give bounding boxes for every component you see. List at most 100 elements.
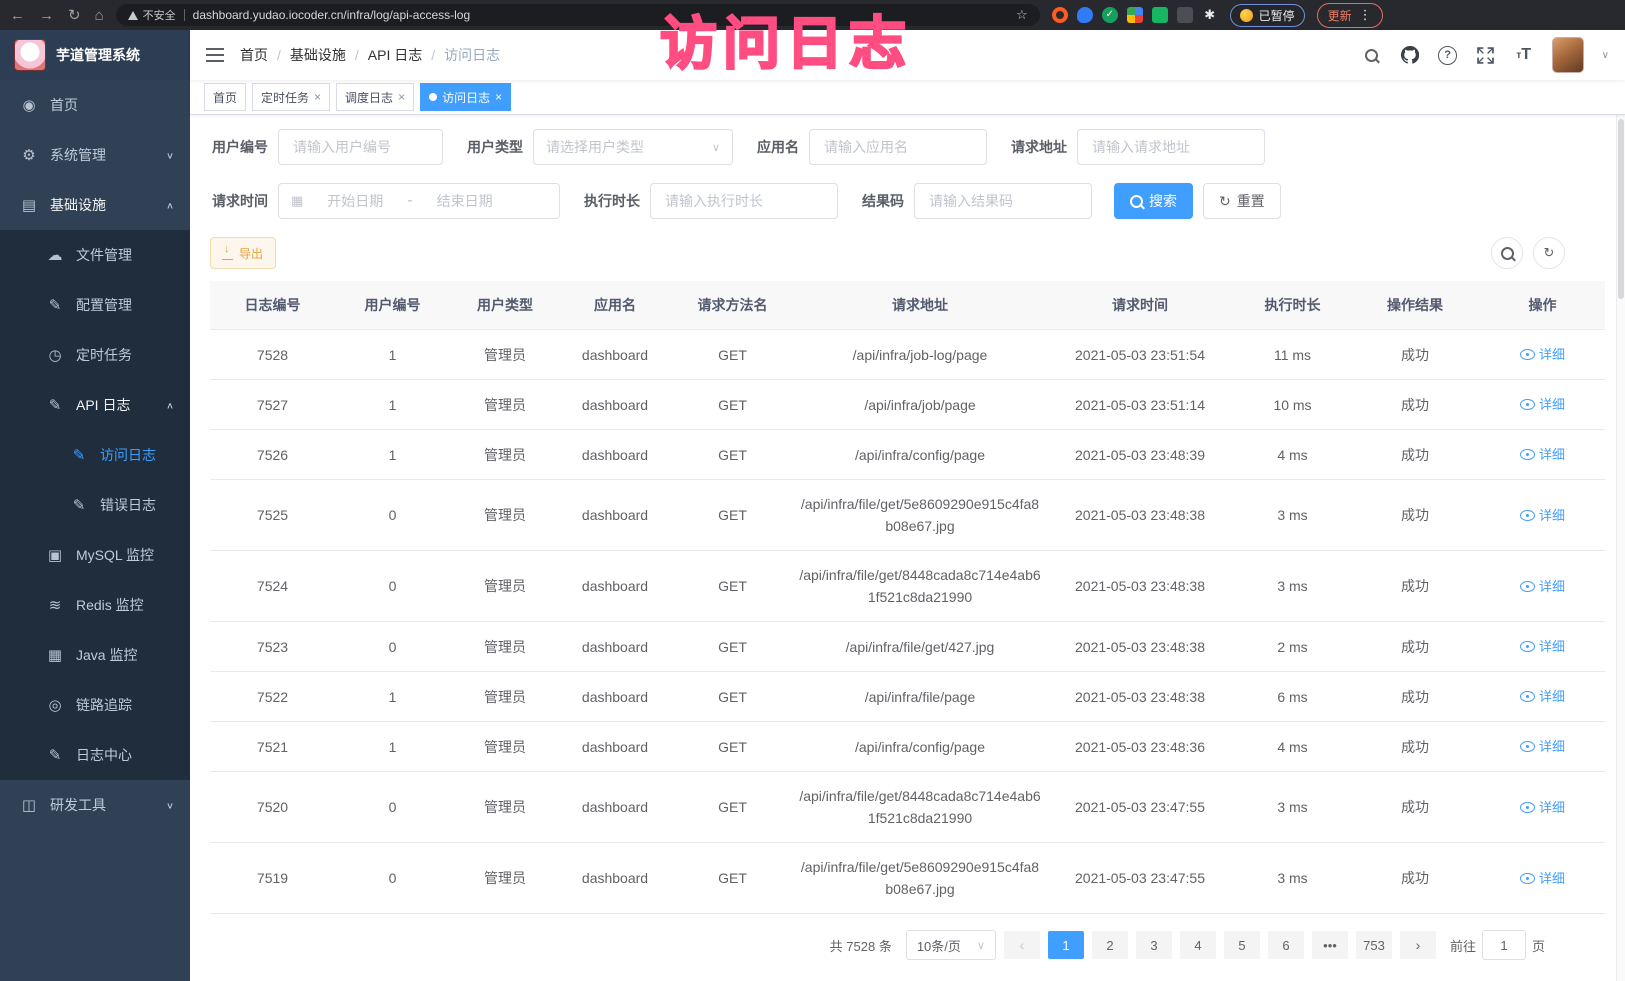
detail-link[interactable]: 详细 <box>1539 508 1565 523</box>
search-button[interactable]: 搜索 <box>1114 183 1193 219</box>
breadcrumb-item[interactable]: 首页 <box>240 45 268 65</box>
chevron-down-icon[interactable]: ∨ <box>1602 50 1609 61</box>
sidebar-item-home[interactable]: ◉首页 <box>0 80 190 130</box>
sidebar-item-trace[interactable]: ◎链路追踪 <box>0 680 190 730</box>
sidebar-item-java[interactable]: ▦Java 监控 <box>0 630 190 680</box>
cell-app: dashboard <box>560 843 670 914</box>
cell-action: 详细 <box>1480 772 1605 843</box>
tab-访问日志[interactable]: 访问日志× <box>420 83 511 111</box>
update-button[interactable]: 更新 ⋮ <box>1317 3 1383 28</box>
home-icon[interactable]: ⌂ <box>95 7 104 24</box>
close-icon[interactable]: × <box>398 90 405 104</box>
extension-icon[interactable]: ✓ <box>1102 7 1118 23</box>
chevron-down-icon: ∨ <box>712 141 720 154</box>
detail-link[interactable]: 详细 <box>1539 447 1565 462</box>
detail-link[interactable]: 详细 <box>1539 800 1565 815</box>
extensions-puzzle-icon[interactable] <box>1127 7 1143 23</box>
column-header: 操作 <box>1480 281 1605 330</box>
breadcrumb-item[interactable]: API 日志 <box>368 45 422 65</box>
detail-link[interactable]: 详细 <box>1539 871 1565 886</box>
detail-link[interactable]: 详细 <box>1539 397 1565 412</box>
tab-定时任务[interactable]: 定时任务× <box>252 83 330 111</box>
infra-icon: ▤ <box>20 196 38 214</box>
sidebar-item-access-log[interactable]: ✎访问日志 <box>0 430 190 480</box>
duration-input[interactable] <box>650 183 838 219</box>
paused-badge[interactable]: 已暂停 <box>1230 4 1305 27</box>
field-label: 请求时间 <box>212 191 268 211</box>
avatar[interactable] <box>1552 37 1584 73</box>
sidebar-item-api-log[interactable]: ✎API 日志∧ <box>0 380 190 430</box>
browser-menu-icon[interactable]: ⋮ <box>1359 7 1372 23</box>
refresh-button[interactable]: ↻ <box>1533 237 1565 269</box>
export-button[interactable]: 导出 <box>210 237 276 269</box>
page-size-select[interactable]: 10条/页∨ <box>906 930 996 960</box>
detail-link[interactable]: 详细 <box>1539 689 1565 704</box>
extension-icon[interactable] <box>1177 7 1193 23</box>
cell-duration: 10 ms <box>1235 380 1350 430</box>
bookmark-star-icon[interactable]: ☆ <box>1016 7 1028 23</box>
sidebar-item-mysql[interactable]: ▣MySQL 监控 <box>0 530 190 580</box>
page-button-3[interactable]: 3 <box>1136 931 1172 959</box>
tab-调度日志[interactable]: 调度日志× <box>336 83 414 111</box>
extension-icon[interactable] <box>1152 7 1168 23</box>
font-size-icon[interactable]: тT <box>1514 45 1534 65</box>
sidebar-item-infra[interactable]: ▤基础设施∧ <box>0 180 190 230</box>
sidebar-item-label: 链路追踪 <box>76 695 132 715</box>
logo-area[interactable]: 芋道管理系统 <box>0 30 190 80</box>
search-icon[interactable] <box>1362 45 1382 65</box>
next-page-button[interactable]: › <box>1400 931 1436 959</box>
user-id-input[interactable] <box>278 129 443 165</box>
result-code-input[interactable] <box>914 183 1092 219</box>
address-bar[interactable]: 不安全 dashboard.yudao.iocoder.cn/infra/log… <box>116 4 1040 26</box>
cell-time: 2021-05-03 23:51:54 <box>1045 330 1235 380</box>
sidebar-item-redis[interactable]: ≋Redis 监控 <box>0 580 190 630</box>
page-button-1[interactable]: 1 <box>1048 931 1084 959</box>
detail-link[interactable]: 详细 <box>1539 579 1565 594</box>
more-pages-button[interactable]: ••• <box>1312 931 1348 959</box>
request-url-input[interactable] <box>1077 129 1265 165</box>
extension-icon[interactable] <box>1052 7 1068 23</box>
sidebar-item-system[interactable]: ⚙系统管理∨ <box>0 130 190 180</box>
reload-icon[interactable]: ↻ <box>68 6 81 24</box>
request-time-range[interactable]: ▦ - <box>278 183 560 219</box>
sidebar-item-config[interactable]: ✎配置管理 <box>0 280 190 330</box>
prev-page-button[interactable]: ‹ <box>1004 931 1040 959</box>
detail-link[interactable]: 详细 <box>1539 639 1565 654</box>
edit-icon: ✎ <box>46 296 64 314</box>
forward-icon[interactable]: → <box>39 7 54 24</box>
close-icon[interactable]: × <box>495 90 502 104</box>
page-button-6[interactable]: 6 <box>1268 931 1304 959</box>
hamburger-icon[interactable] <box>206 48 224 62</box>
cell-method: GET <box>670 430 795 480</box>
scrollbar[interactable] <box>1616 115 1625 981</box>
goto-page-input[interactable] <box>1482 930 1526 960</box>
page-button-753[interactable]: 753 <box>1356 931 1392 959</box>
page-button-2[interactable]: 2 <box>1092 931 1128 959</box>
toggle-search-button[interactable] <box>1491 237 1523 269</box>
extension-icon[interactable]: ✱ <box>1202 7 1218 23</box>
sidebar-item-error-log[interactable]: ✎错误日志 <box>0 480 190 530</box>
breadcrumb-item[interactable]: 基础设施 <box>290 45 346 65</box>
detail-link[interactable]: 详细 <box>1539 739 1565 754</box>
user-type-select[interactable]: 请选择用户类型∨ <box>533 129 733 165</box>
cell-user_type: 管理员 <box>450 772 560 843</box>
detail-link[interactable]: 详细 <box>1539 347 1565 362</box>
sidebar-item-log-center[interactable]: ✎日志中心 <box>0 730 190 780</box>
github-icon[interactable] <box>1400 45 1420 65</box>
page-button-5[interactable]: 5 <box>1224 931 1260 959</box>
sidebar-item-file[interactable]: ☁文件管理 <box>0 230 190 280</box>
close-icon[interactable]: × <box>314 90 321 104</box>
sidebar-item-devtools[interactable]: ◫研发工具∨ <box>0 780 190 830</box>
extension-icon[interactable] <box>1077 7 1093 23</box>
help-icon[interactable]: ? <box>1438 45 1458 65</box>
filter-row-2: 请求时间 ▦ - 执行时长 结果码 搜索 ↻重置 <box>210 183 1605 219</box>
sidebar-item-label: 访问日志 <box>100 445 156 465</box>
fullscreen-icon[interactable] <box>1476 45 1496 65</box>
error-log-icon: ✎ <box>70 496 88 514</box>
app-name-input[interactable] <box>809 129 987 165</box>
reset-button[interactable]: ↻重置 <box>1203 183 1281 219</box>
page-button-4[interactable]: 4 <box>1180 931 1216 959</box>
tab-首页[interactable]: 首页 <box>204 83 246 111</box>
back-icon[interactable]: ← <box>10 7 25 24</box>
sidebar-item-job[interactable]: ◷定时任务 <box>0 330 190 380</box>
